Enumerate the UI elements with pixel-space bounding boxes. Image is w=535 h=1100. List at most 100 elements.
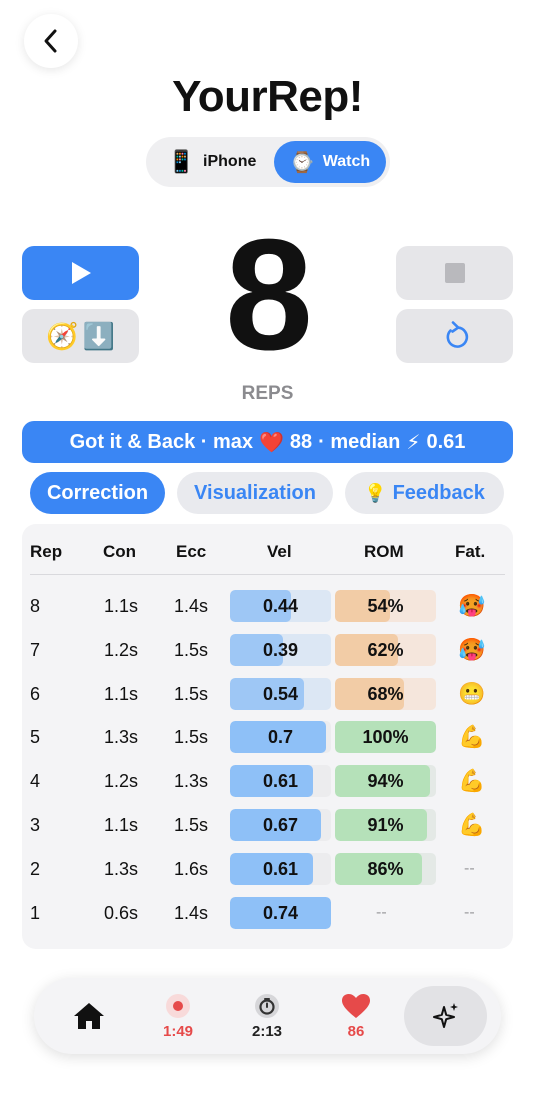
header-vel: Vel	[267, 542, 292, 561]
table-row: 1 0.6s 1.4s 0.74 -- --	[22, 896, 513, 929]
velocity-value: 0.61	[262, 771, 299, 792]
chevron-left-icon	[44, 29, 57, 53]
table-divider	[30, 574, 505, 575]
rep-number: 5	[30, 727, 41, 748]
fatigue-indicator: --	[464, 903, 475, 921]
table-row: 6 1.1s 1.5s 0.54 68% 😬	[22, 677, 513, 710]
rom-value: 100%	[362, 727, 409, 748]
device-toggle: 📱 iPhone ⌚ Watch	[146, 137, 390, 187]
rep-number: 6	[30, 683, 41, 704]
eccentric-time: 1.4s	[174, 902, 209, 923]
heart-icon	[342, 993, 370, 1018]
iphone-icon: 📱	[167, 149, 196, 174]
ai-sparkle-button[interactable]	[404, 986, 487, 1046]
bottom-toolbar: 1:49 2:13 86	[34, 978, 501, 1054]
eccentric-time: 1.6s	[174, 858, 209, 879]
bolt-icon: ⚡	[406, 431, 421, 454]
summary-max-hr: 88	[289, 430, 313, 453]
timer-button[interactable]: 2:13	[232, 978, 302, 1054]
back-button[interactable]	[24, 14, 78, 68]
device-option-watch[interactable]: ⌚ Watch	[274, 141, 386, 183]
velocity-value: 0.61	[262, 858, 299, 879]
header-con: Con	[103, 542, 137, 561]
fatigue-indicator: 💪	[458, 812, 486, 837]
rom-value: 94%	[367, 771, 404, 792]
compass-icon: 🧭	[46, 320, 79, 351]
table-row: 7 1.2s 1.5s 0.39 62% 🥵	[22, 633, 513, 666]
reset-icon	[446, 321, 468, 348]
rom-bar: 86%	[335, 852, 436, 885]
rom-value: 62%	[367, 639, 404, 660]
play-button[interactable]	[22, 246, 139, 300]
download-icon: ⬇️	[82, 320, 115, 351]
velocity-bar: 0.61	[230, 765, 331, 798]
play-icon	[71, 262, 91, 284]
rep-number: 3	[30, 815, 41, 835]
eccentric-time: 1.5s	[174, 683, 209, 704]
velocity-value: 0.44	[262, 596, 299, 616]
reset-button[interactable]	[396, 309, 513, 363]
tab-label: Feedback	[392, 481, 485, 504]
watch-icon: ⌚	[289, 151, 315, 174]
velocity-value: 0.54	[262, 683, 299, 704]
reps-label: REPS	[241, 383, 294, 404]
concentric-time: 1.1s	[104, 683, 139, 704]
heart-rate-button[interactable]: 86	[321, 978, 391, 1054]
velocity-value: 0.67	[262, 815, 299, 835]
fatigue-indicator: 😬	[458, 680, 486, 706]
header-fatigue: Fat.	[455, 542, 486, 561]
rom-bar: 62%	[335, 633, 436, 666]
tab-correction[interactable]: Correction	[30, 472, 165, 514]
header-ecc: Ecc	[176, 542, 207, 561]
home-icon	[74, 1003, 104, 1029]
header-rom: ROM	[364, 542, 404, 561]
eccentric-time: 1.5s	[174, 727, 209, 748]
fatigue-indicator: 🥵	[458, 593, 486, 618]
tab-label: Visualization	[194, 481, 316, 504]
eccentric-time: 1.3s	[174, 771, 209, 792]
rom-bar: 91%	[335, 809, 436, 841]
record-time: 1:49	[162, 1022, 194, 1040]
stop-button[interactable]	[396, 246, 513, 300]
rom-value: --	[376, 903, 387, 921]
rep-number: 7	[30, 639, 41, 660]
lightbulb-icon: 💡	[364, 482, 387, 503]
tab-visualization[interactable]: Visualization	[177, 472, 333, 514]
table-row: 4 1.2s 1.3s 0.61 94% 💪	[22, 765, 513, 798]
velocity-bar: 0.74	[230, 896, 331, 929]
table-row: 5 1.3s 1.5s 0.7 100% 💪	[22, 721, 513, 754]
velocity-bar: 0.54	[230, 677, 331, 710]
concentric-time: 1.1s	[104, 815, 139, 835]
summary-mid: · median	[318, 430, 401, 453]
rep-count: 8	[225, 207, 313, 383]
eccentric-time: 1.5s	[174, 639, 209, 660]
app-title: YourRep!	[172, 72, 363, 121]
device-option-iphone[interactable]: 📱 iPhone	[150, 141, 274, 183]
rom-bar: 94%	[335, 765, 436, 798]
tab-bar-top: Correction Visualization 💡 Feedback	[30, 472, 504, 514]
table-row: 8 1.1s 1.4s 0.44 54% 🥵	[22, 590, 513, 622]
header-rep: Rep	[30, 542, 63, 561]
device-option-label: Watch	[322, 153, 371, 170]
rep-number: 2	[30, 858, 41, 879]
velocity-bar: 0.39	[230, 633, 331, 666]
tab-feedback[interactable]: 💡 Feedback	[345, 472, 504, 514]
rom-bar: 54%	[335, 590, 436, 622]
rom-value: 91%	[367, 815, 404, 835]
table-row: 3 1.1s 1.5s 0.67 91% 💪	[22, 809, 513, 841]
concentric-time: 1.3s	[104, 858, 139, 879]
timer-icon	[255, 993, 279, 1018]
velocity-bar: 0.67	[230, 809, 331, 841]
rom-value: 54%	[367, 596, 404, 616]
fatigue-indicator: 💪	[458, 724, 486, 750]
velocity-value: 0.7	[267, 727, 294, 748]
rep-number: 8	[30, 596, 41, 616]
timer-time: 2:13	[251, 1022, 283, 1040]
velocity-value: 0.74	[262, 902, 299, 923]
concentric-time: 1.3s	[104, 727, 139, 748]
reps-table: Rep Con Ecc Vel ROM Fat. 8 1.1s 1.4s 0.44 54…	[22, 524, 513, 949]
record-button[interactable]: 1:49	[143, 978, 213, 1054]
home-button[interactable]	[54, 978, 124, 1054]
table-header: Rep Con Ecc Vel ROM Fat.	[22, 542, 513, 562]
compass-download-button[interactable]: 🧭 ⬇️	[22, 309, 139, 363]
